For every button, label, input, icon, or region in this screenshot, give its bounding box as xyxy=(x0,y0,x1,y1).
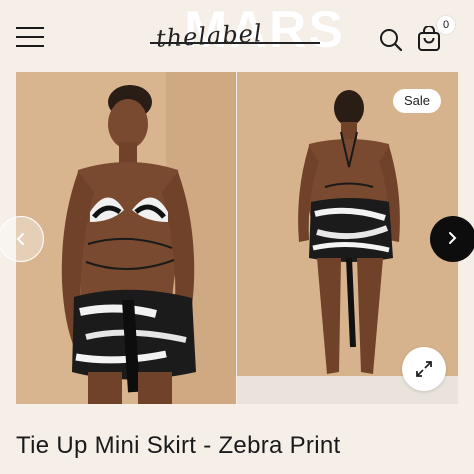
chevron-left-icon xyxy=(16,233,24,245)
hamburger-menu-icon[interactable] xyxy=(16,27,44,47)
brand-logo-script: thelabel xyxy=(155,19,264,53)
sale-badge: Sale xyxy=(393,89,441,113)
next-image-button[interactable] xyxy=(430,216,474,262)
product-image-gallery[interactable] xyxy=(16,72,458,404)
search-icon[interactable] xyxy=(378,27,404,53)
expand-icon xyxy=(416,361,432,377)
product-image-front[interactable] xyxy=(16,72,236,404)
zoom-image-button[interactable] xyxy=(402,347,446,391)
cart-count-badge: 0 xyxy=(437,16,455,34)
chevron-right-icon xyxy=(449,232,457,244)
previous-image-button[interactable] xyxy=(0,216,44,262)
brand-logo[interactable]: MARS thelabel xyxy=(150,1,343,66)
site-header: MARS thelabel 0 xyxy=(0,0,474,68)
product-title: Tie Up Mini Skirt - Zebra Print xyxy=(16,432,341,459)
